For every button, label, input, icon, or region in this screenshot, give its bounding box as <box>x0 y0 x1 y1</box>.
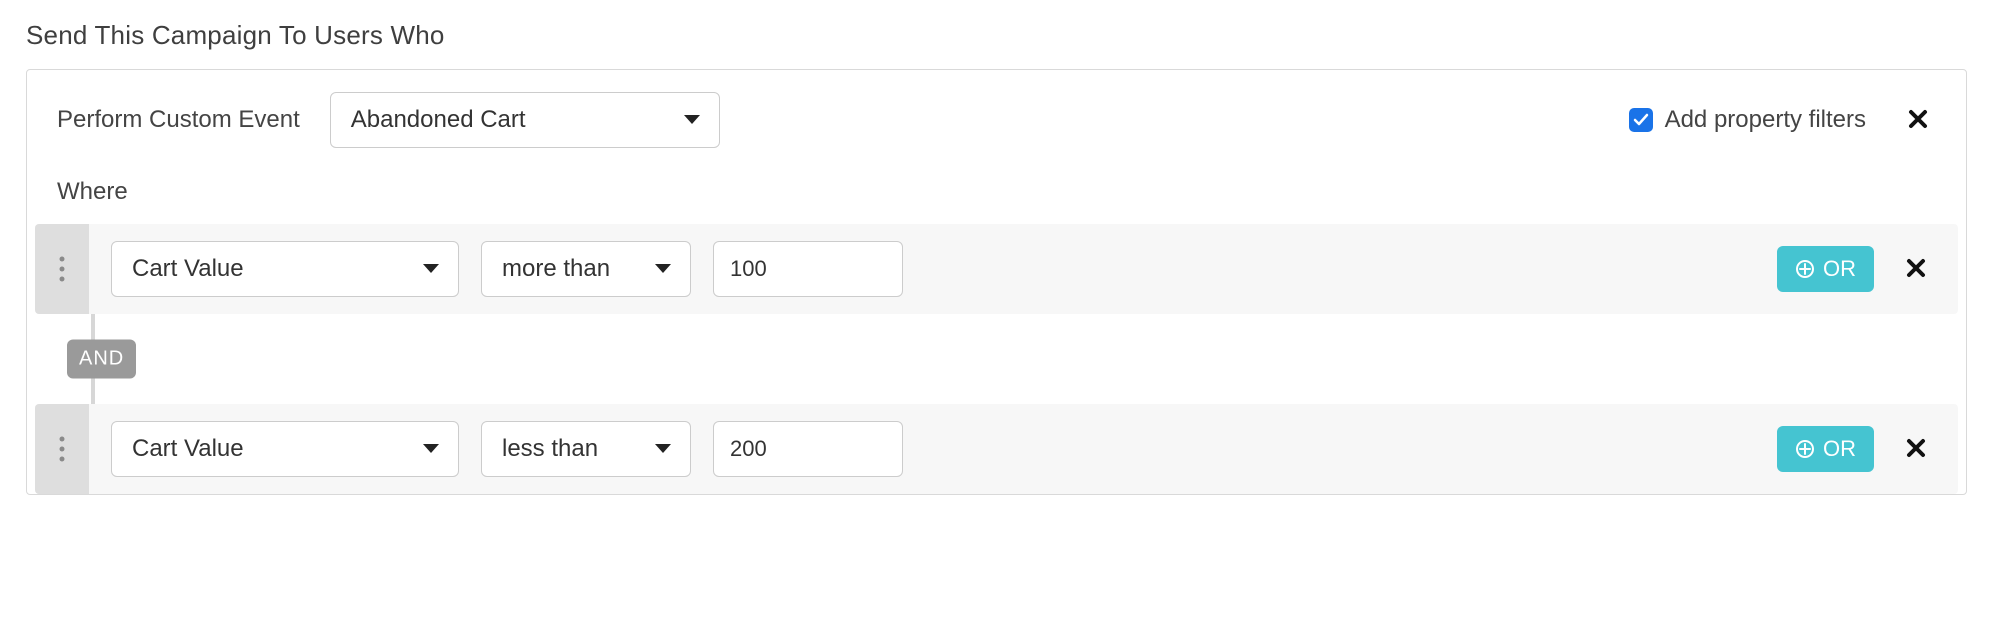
custom-event-selected: Abandoned Cart <box>351 106 526 134</box>
operator-select[interactable]: less than <box>481 421 691 477</box>
property-selected: Cart Value <box>132 255 244 283</box>
criteria-panel: Perform Custom Event Abandoned Cart Add … <box>26 69 1967 495</box>
value-input[interactable] <box>713 241 903 297</box>
drag-handle-icon[interactable] <box>35 224 89 314</box>
operator-select[interactable]: more than <box>481 241 691 297</box>
add-or-button[interactable]: OR <box>1777 246 1874 292</box>
perform-event-label: Perform Custom Event <box>57 106 300 134</box>
page-title: Send This Campaign To Users Who <box>26 20 1967 51</box>
where-label: Where <box>27 178 1966 224</box>
remove-filter-button[interactable] <box>1896 254 1936 285</box>
chevron-down-icon <box>683 114 701 126</box>
property-select[interactable]: Cart Value <box>111 421 459 477</box>
filter-row: Cart Value more than <box>35 224 1958 314</box>
operator-selected: less than <box>502 435 598 463</box>
add-property-filters[interactable]: Add property filters <box>1629 106 1866 134</box>
add-property-filters-checkbox[interactable] <box>1629 108 1653 132</box>
chevron-down-icon <box>422 443 440 455</box>
event-row: Perform Custom Event Abandoned Cart Add … <box>27 92 1966 178</box>
drag-handle-icon[interactable] <box>35 404 89 494</box>
plus-circle-icon <box>1795 439 1815 459</box>
remove-event-button[interactable] <box>1900 103 1936 137</box>
plus-circle-icon <box>1795 259 1815 279</box>
or-label: OR <box>1823 256 1856 282</box>
and-connector: AND <box>35 314 1958 404</box>
property-select[interactable]: Cart Value <box>111 241 459 297</box>
operator-selected: more than <box>502 255 610 283</box>
remove-filter-button[interactable] <box>1896 434 1936 465</box>
chevron-down-icon <box>654 263 672 275</box>
chevron-down-icon <box>422 263 440 275</box>
value-input[interactable] <box>713 421 903 477</box>
custom-event-select[interactable]: Abandoned Cart <box>330 92 720 148</box>
filters-area: Cart Value more than <box>27 224 1966 494</box>
or-label: OR <box>1823 436 1856 462</box>
add-or-button[interactable]: OR <box>1777 426 1874 472</box>
property-selected: Cart Value <box>132 435 244 463</box>
chevron-down-icon <box>654 443 672 455</box>
filter-row: Cart Value less than <box>35 404 1958 494</box>
and-pill: AND <box>67 340 136 379</box>
add-property-filters-label: Add property filters <box>1665 106 1866 134</box>
